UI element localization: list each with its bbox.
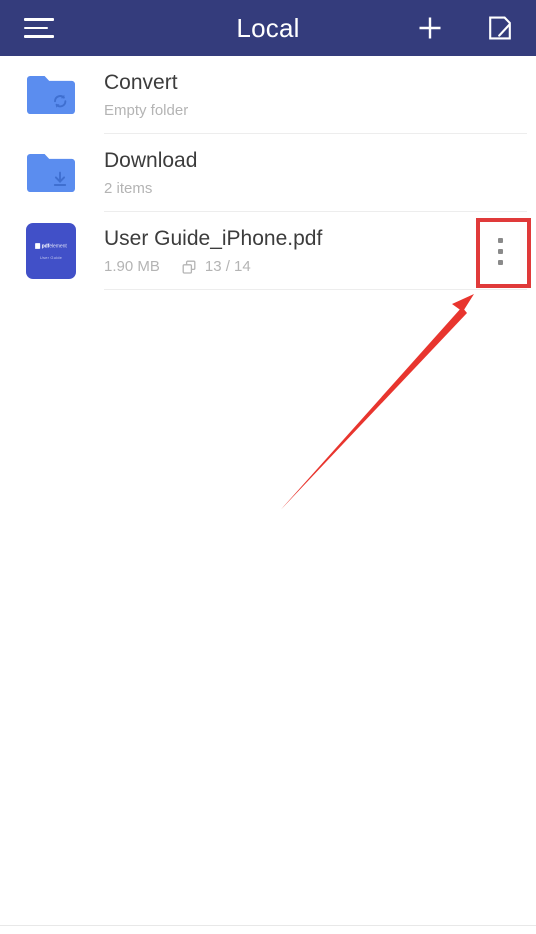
logo-text-bold: pdf [41, 243, 50, 249]
app-header: Local [0, 0, 536, 56]
logo-text-light: element [49, 243, 67, 249]
header-actions [414, 0, 516, 56]
plus-icon[interactable] [414, 12, 446, 44]
list-item[interactable]: Convert Empty folder [0, 56, 536, 134]
folder-download-icon [24, 146, 78, 200]
hamburger-line [24, 26, 48, 30]
logo-text: pdfelement [42, 243, 67, 248]
overflow-dot [497, 248, 503, 254]
list-item-title: User Guide_iPhone.pdf [104, 226, 323, 250]
page-progress: 13 / 14 [182, 258, 251, 276]
overflow-menu-icon[interactable] [482, 229, 518, 273]
list-item-subtitle: Empty folder [104, 102, 528, 120]
app-screen: Local Convert Empty folder Download 2 it… [0, 0, 536, 934]
file-list: Convert Empty folder Download 2 items pd… [0, 56, 536, 290]
file-size-text: 1.90 MB [104, 258, 160, 276]
list-item[interactable]: Download 2 items [0, 134, 536, 212]
pages-copy-icon [182, 260, 196, 274]
page-count-text: 13 / 14 [204, 258, 251, 276]
hamburger-menu-icon[interactable] [24, 15, 56, 41]
list-item-text: Download 2 items [104, 134, 536, 212]
pdf-thumbnail: pdfelement User Guide [24, 223, 78, 279]
thumb-caption: User Guide [39, 255, 63, 260]
list-item-title: Convert [104, 70, 178, 94]
folder-status-text: 2 items [104, 180, 153, 198]
list-item[interactable]: pdfelement User Guide User Guide_iPhone.… [0, 212, 536, 290]
list-item-text: User Guide_iPhone.pdf 1.90 MB 13 / 14 [104, 212, 536, 290]
document-edit-icon[interactable] [484, 12, 516, 44]
pdfelement-logo: pdfelement [35, 243, 67, 249]
list-item-subtitle: 2 items [104, 180, 528, 198]
list-item-title: Download [104, 148, 198, 172]
folder-sync-icon [24, 68, 78, 122]
overflow-dot [497, 237, 503, 243]
list-item-text: Convert Empty folder [104, 56, 536, 134]
list-item-subtitle: 1.90 MB 13 / 14 [104, 258, 528, 276]
overflow-dot [497, 259, 503, 265]
folder-status-text: Empty folder [104, 102, 189, 120]
bottom-divider [0, 925, 536, 926]
logo-mark [35, 243, 41, 249]
hamburger-line [24, 35, 54, 38]
hamburger-line [24, 18, 54, 21]
